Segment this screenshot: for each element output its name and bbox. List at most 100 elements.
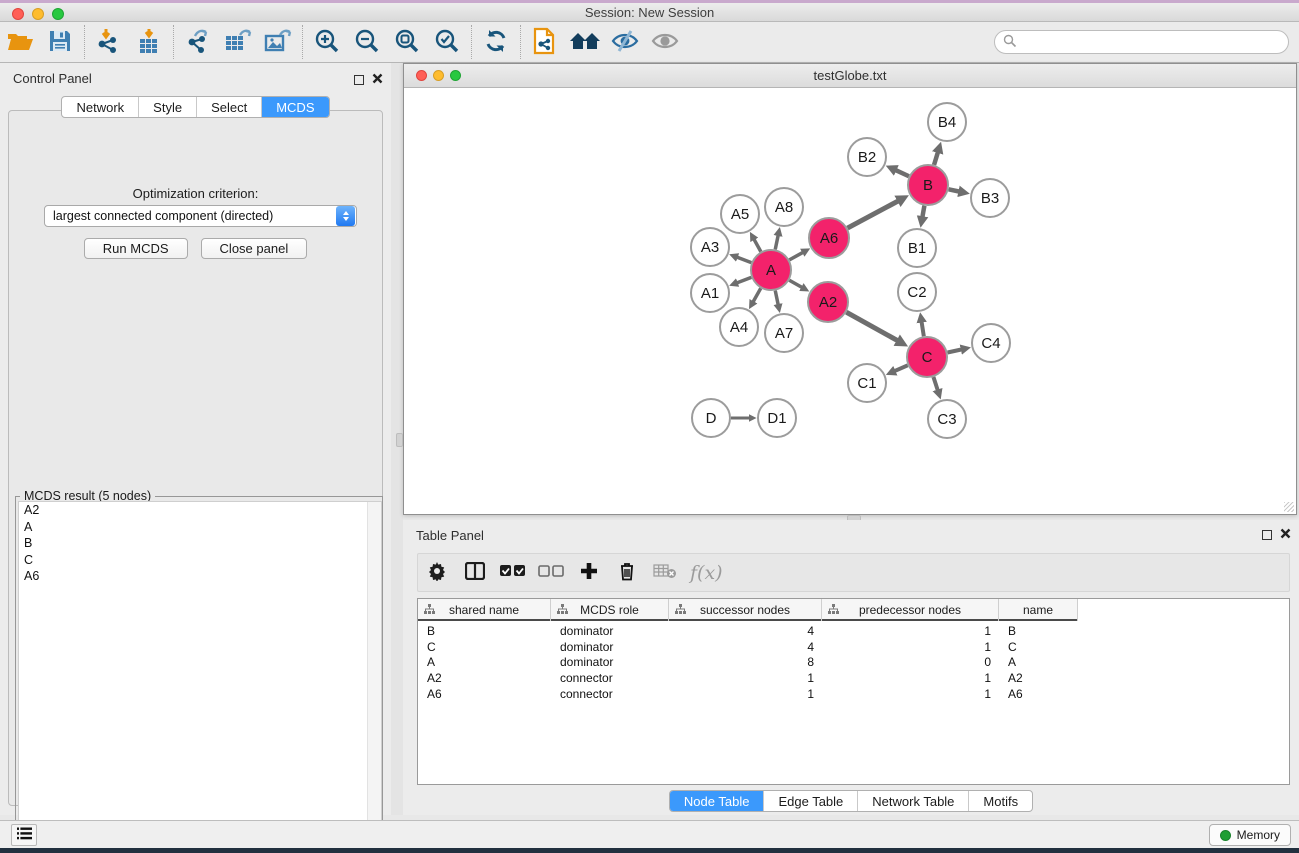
delete-table-button[interactable] [646,556,684,590]
table-cell[interactable]: A [418,655,551,669]
task-history-button[interactable] [11,824,37,846]
export-image-button[interactable] [258,24,298,60]
memory-button[interactable]: Memory [1209,824,1291,846]
export-network-button[interactable] [178,24,218,60]
close-panel-icon[interactable] [372,72,383,87]
table-cell[interactable]: 0 [822,655,999,669]
graph-node-D1[interactable]: D1 [758,399,796,437]
select-all-columns-button[interactable] [494,556,532,590]
close-panel-icon[interactable] [1280,527,1291,542]
graph-edge-B-B2[interactable] [896,170,909,176]
table-cell[interactable]: 4 [669,624,822,638]
table-settings-button[interactable] [418,556,456,590]
table-row[interactable]: A6connector11A6 [418,686,1289,702]
split-table-button[interactable] [456,556,494,590]
graph-edge-A6-B[interactable] [848,201,899,228]
table-cell[interactable]: 1 [822,671,999,685]
table-row[interactable]: Adominator80A [418,655,1289,671]
graph-node-A8[interactable]: A8 [765,188,803,226]
graph-edge-C-C1[interactable] [895,365,908,371]
mcds-result-list[interactable]: A2ABCA6 [18,501,382,840]
table-cell[interactable]: 1 [822,687,999,701]
graph-node-B4[interactable]: B4 [928,103,966,141]
graph-node-C3[interactable]: C3 [928,400,966,438]
table-cell[interactable]: A2 [999,671,1078,685]
zoom-selected-button[interactable] [427,24,467,60]
table-cell[interactable]: connector [551,687,669,701]
table-cell[interactable]: 4 [669,640,822,654]
result-list-item[interactable]: B [19,535,381,552]
network-file-button[interactable] [525,24,565,60]
table-cell[interactable]: 1 [822,624,999,638]
float-panel-icon[interactable] [1262,530,1272,540]
table-cell[interactable]: dominator [551,640,669,654]
graph-node-C2[interactable]: C2 [898,273,936,311]
table-cell[interactable]: A [999,655,1078,669]
table-cell[interactable]: A2 [418,671,551,685]
graph-node-A[interactable]: A [751,250,791,290]
graph-edge-C-C4[interactable] [948,349,962,352]
column-header-successor-nodes[interactable]: successor nodes [669,599,822,621]
save-session-button[interactable] [40,24,80,60]
show-selection-button[interactable] [645,24,685,60]
create-column-button[interactable] [570,556,608,590]
graph-edge-A2-C[interactable] [846,312,897,340]
graph-node-A7[interactable]: A7 [765,314,803,352]
graph-node-B1[interactable]: B1 [898,229,936,267]
home-button[interactable] [565,24,605,60]
desktop-vscroll-thumb[interactable] [396,433,403,447]
graph-node-A4[interactable]: A4 [720,308,758,346]
table-cell[interactable]: 8 [669,655,822,669]
graph-edge-A-A3[interactable] [737,257,751,262]
graph-node-A1[interactable]: A1 [691,274,729,312]
zoom-in-button[interactable] [307,24,347,60]
graph-node-A5[interactable]: A5 [721,195,759,233]
tab-edge-table[interactable]: Edge Table [763,791,857,811]
table-cell[interactable]: 1 [669,671,822,685]
table-cell[interactable]: A6 [418,687,551,701]
table-cell[interactable]: B [999,624,1078,638]
graph-edge-A-A5[interactable] [754,239,761,251]
tab-network-table[interactable]: Network Table [857,791,968,811]
import-network-button[interactable] [89,24,129,60]
graph-node-C1[interactable]: C1 [848,364,886,402]
column-header-predecessor-nodes[interactable]: predecessor nodes [822,599,999,621]
result-list-item[interactable]: A2 [19,502,381,519]
graph-edge-A-A1[interactable] [737,277,751,282]
tab-network[interactable]: Network [62,97,138,117]
graph-node-B3[interactable]: B3 [971,179,1009,217]
table-row[interactable]: A2connector11A2 [418,670,1289,686]
run-mcds-button[interactable]: Run MCDS [84,238,188,259]
result-list-item[interactable]: A6 [19,568,381,585]
graph-edge-A-A2[interactable] [789,280,801,287]
result-list-item[interactable]: A [19,519,381,536]
graph-edge-B-B3[interactable] [949,189,959,191]
search-input[interactable] [1017,35,1288,49]
result-list-item[interactable]: C [19,552,381,569]
float-panel-icon[interactable] [354,75,364,85]
table-cell[interactable]: 1 [669,687,822,701]
table-cell[interactable]: A6 [999,687,1078,701]
graph-node-B[interactable]: B [908,165,948,205]
graph-edge-A-A8[interactable] [775,235,778,249]
hide-selection-button[interactable] [605,24,645,60]
network-window-titlebar[interactable]: testGlobe.txt [404,64,1296,88]
table-row[interactable]: Cdominator41C [418,639,1289,655]
zoom-fit-button[interactable] [387,24,427,60]
network-canvas[interactable]: B4B2BB3A5A8A6A3AB1A1C2A2A4A7C4CC1C3DD1 [405,89,1295,514]
graph-node-D[interactable]: D [692,399,730,437]
graph-edge-A-A4[interactable] [753,288,760,301]
table-cell[interactable]: dominator [551,655,669,669]
tab-select[interactable]: Select [196,97,261,117]
graph-edge-B-B1[interactable] [922,206,924,217]
window-resize-handle[interactable] [1284,502,1294,512]
tab-node-table[interactable]: Node Table [670,791,764,811]
table-cell[interactable]: C [999,640,1078,654]
delete-column-button[interactable] [608,556,646,590]
table-row[interactable]: Bdominator41B [418,623,1289,639]
result-scrollbar[interactable] [367,502,381,839]
refresh-button[interactable] [476,24,516,60]
function-builder-button[interactable]: f(x) [684,556,729,590]
graph-edge-A-A6[interactable] [789,253,802,260]
zoom-out-button[interactable] [347,24,387,60]
